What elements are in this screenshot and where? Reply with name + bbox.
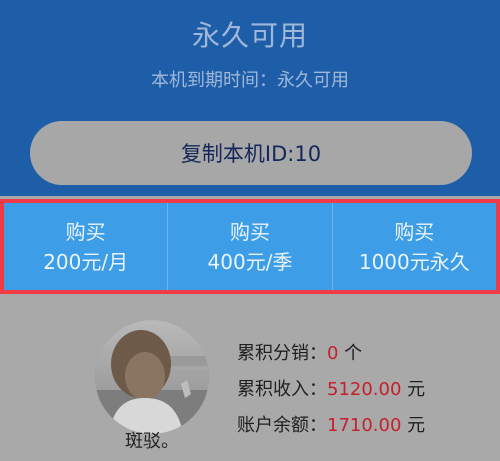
stats-list: 累积分销：0 个 累积收入：5120.00 元 账户余额：1710.00 元 xyxy=(237,336,487,444)
stat-unit: 个 xyxy=(338,343,363,364)
stat-value: 1710.00 xyxy=(327,415,402,436)
buy-permanent-button[interactable]: 购买 1000元永久 xyxy=(333,203,496,290)
page-title: 永久可用 xyxy=(191,19,308,52)
buy-options-bar: 购买 200元/月 购买 400元/季 购买 1000元永久 xyxy=(0,199,500,294)
stat-label: 累积收入： xyxy=(237,379,327,400)
username: 斑驳。 xyxy=(125,431,179,452)
stat-label: 累积分销： xyxy=(237,343,327,364)
copy-device-id-button[interactable]: 复制本机ID:10 xyxy=(30,121,472,185)
stat-unit: 元 xyxy=(401,415,426,436)
expire-time-text: 本机到期时间：永久可用 xyxy=(151,70,349,91)
avatar-image xyxy=(95,320,209,434)
buy-quarterly-action: 购买 xyxy=(229,219,270,244)
stat-unit: 元 xyxy=(401,379,426,400)
buy-permanent-price: 1000元永久 xyxy=(358,249,470,274)
stat-total-income: 累积收入：5120.00 元 xyxy=(237,372,487,408)
buy-quarterly-price: 400元/季 xyxy=(207,249,293,274)
stat-distribution-count: 累积分销：0 个 xyxy=(237,336,487,372)
stat-value: 0 xyxy=(327,343,339,364)
buy-monthly-button[interactable]: 购买 200元/月 xyxy=(4,203,169,290)
avatar[interactable] xyxy=(95,320,209,434)
buy-monthly-action: 购买 xyxy=(65,219,106,244)
header: 永久可用 本机到期时间：永久可用 复制本机ID:10 xyxy=(0,0,500,196)
buy-monthly-price: 200元/月 xyxy=(43,249,129,274)
stat-label: 账户余额： xyxy=(237,415,327,436)
buy-permanent-action: 购买 xyxy=(394,219,435,244)
stat-value: 5120.00 xyxy=(327,379,402,400)
membership-screen: 永久可用 本机到期时间：永久可用 复制本机ID:10 购买 200元/月 购买 … xyxy=(0,0,500,461)
buy-quarterly-button[interactable]: 购买 400元/季 xyxy=(168,203,333,290)
stat-account-balance: 账户余额：1710.00 元 xyxy=(237,408,487,444)
